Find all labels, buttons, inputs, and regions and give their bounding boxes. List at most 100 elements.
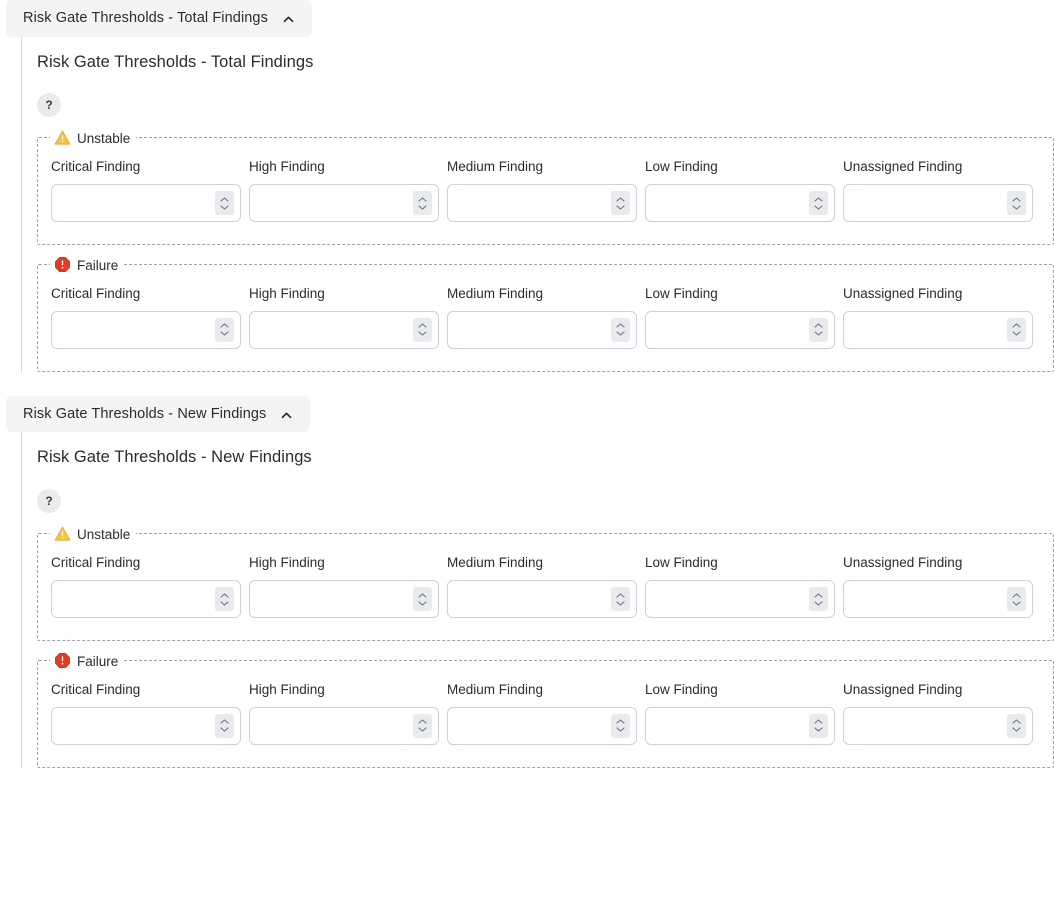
number-input-wrapper xyxy=(843,580,1033,619)
field-label: High Finding xyxy=(249,555,325,571)
field-label: Critical Finding xyxy=(51,159,141,175)
spinner-stepper[interactable] xyxy=(215,713,234,738)
fields-row: Critical Finding High Finding Medium Fin… xyxy=(38,286,1053,349)
help-row: ? xyxy=(37,489,1054,515)
fields-row: Critical Finding High Finding Medium Fin… xyxy=(38,159,1053,223)
field-label: Unassigned Finding xyxy=(843,682,963,698)
fieldset-legend-label: Failure xyxy=(77,653,119,669)
field-critical-finding: Critical Finding xyxy=(51,682,241,745)
high-finding-input[interactable] xyxy=(249,580,439,619)
accordion-header-new-findings[interactable]: Risk Gate Thresholds - New Findings xyxy=(6,395,311,433)
field-label: Critical Finding xyxy=(51,555,141,571)
medium-finding-input[interactable] xyxy=(447,580,637,619)
field-high-finding: High Finding xyxy=(249,159,439,223)
field-label: Low Finding xyxy=(645,286,718,302)
low-finding-input[interactable] xyxy=(645,310,835,349)
panel-total-findings: Risk Gate Thresholds - Total Findings ? … xyxy=(21,36,1054,372)
high-finding-input[interactable] xyxy=(249,184,439,223)
spinner-stepper[interactable] xyxy=(611,587,630,612)
spinner-stepper[interactable] xyxy=(809,317,828,342)
low-finding-input[interactable] xyxy=(645,706,835,745)
high-finding-input[interactable] xyxy=(249,310,439,349)
fieldset-legend-failure: Failure xyxy=(50,256,124,273)
number-input-wrapper xyxy=(843,184,1033,223)
high-finding-input[interactable] xyxy=(249,706,439,745)
number-input-wrapper xyxy=(51,580,241,619)
fieldset-unstable: Unstable Critical Finding High Finding M… xyxy=(37,129,1054,246)
number-input-wrapper xyxy=(645,184,835,223)
medium-finding-input[interactable] xyxy=(447,706,637,745)
spinner-stepper[interactable] xyxy=(413,713,432,738)
field-medium-finding: Medium Finding xyxy=(447,286,637,349)
number-input-wrapper xyxy=(51,310,241,349)
field-high-finding: High Finding xyxy=(249,682,439,745)
spinner-stepper[interactable] xyxy=(611,191,630,216)
field-label: Medium Finding xyxy=(447,682,544,698)
spinner-stepper[interactable] xyxy=(1007,317,1026,342)
field-label: High Finding xyxy=(249,159,325,175)
spinner-stepper[interactable] xyxy=(809,587,828,612)
accordion-header-total-findings[interactable]: Risk Gate Thresholds - Total Findings xyxy=(6,0,312,37)
field-label: Low Finding xyxy=(645,159,718,175)
accordion-header-label: Risk Gate Thresholds - Total Findings xyxy=(23,10,268,26)
critical-finding-input[interactable] xyxy=(51,706,241,745)
fieldset-legend-label: Unstable xyxy=(77,131,131,147)
number-input-wrapper xyxy=(51,184,241,223)
field-unassigned-finding: Unassigned Finding xyxy=(843,159,1033,223)
number-input-wrapper xyxy=(645,580,835,619)
unassigned-finding-input[interactable] xyxy=(843,706,1033,745)
spinner-stepper[interactable] xyxy=(611,713,630,738)
fields-row: Critical Finding High Finding Medium Fin… xyxy=(38,682,1053,745)
spinner-stepper[interactable] xyxy=(809,191,828,216)
number-input-wrapper xyxy=(843,310,1033,349)
field-label: High Finding xyxy=(249,682,325,698)
field-label: Medium Finding xyxy=(447,286,544,302)
unassigned-finding-input[interactable] xyxy=(843,184,1033,223)
number-input-wrapper xyxy=(447,310,637,349)
unassigned-finding-input[interactable] xyxy=(843,580,1033,619)
spinner-stepper[interactable] xyxy=(413,317,432,342)
field-label: Low Finding xyxy=(645,682,718,698)
field-medium-finding: Medium Finding xyxy=(447,682,637,745)
number-input-wrapper xyxy=(249,184,439,223)
fieldset-legend-unstable: Unstable xyxy=(50,129,136,146)
number-input-wrapper xyxy=(645,310,835,349)
critical-finding-input[interactable] xyxy=(51,184,241,223)
chevron-up-icon xyxy=(280,409,293,422)
fieldset-legend-label: Unstable xyxy=(77,527,131,543)
medium-finding-input[interactable] xyxy=(447,310,637,349)
low-finding-input[interactable] xyxy=(645,580,835,619)
spinner-stepper[interactable] xyxy=(1007,191,1026,216)
fieldset-failure: Failure Critical Finding High Finding Me… xyxy=(37,652,1054,768)
field-low-finding: Low Finding xyxy=(645,286,835,349)
spinner-stepper[interactable] xyxy=(611,317,630,342)
spinner-stepper[interactable] xyxy=(413,191,432,216)
help-question-icon[interactable]: ? xyxy=(37,93,61,118)
spinner-stepper[interactable] xyxy=(215,317,234,342)
chevron-up-icon xyxy=(282,13,295,26)
field-low-finding: Low Finding xyxy=(645,159,835,223)
critical-finding-input[interactable] xyxy=(51,580,241,619)
field-unassigned-finding: Unassigned Finding xyxy=(843,555,1033,619)
medium-finding-input[interactable] xyxy=(447,184,637,223)
field-label: Medium Finding xyxy=(447,555,544,571)
spinner-stepper[interactable] xyxy=(1007,587,1026,612)
spinner-stepper[interactable] xyxy=(809,713,828,738)
page-title: Risk Gate Thresholds - Total Findings xyxy=(37,52,314,71)
spinner-stepper[interactable] xyxy=(215,587,234,612)
spinner-stepper[interactable] xyxy=(1007,713,1026,738)
unassigned-finding-input[interactable] xyxy=(843,310,1033,349)
spinner-stepper[interactable] xyxy=(413,587,432,612)
fieldset-failure: Failure Critical Finding High Finding Me… xyxy=(37,256,1054,372)
number-input-wrapper xyxy=(249,310,439,349)
number-input-wrapper xyxy=(645,706,835,745)
help-question-icon[interactable]: ? xyxy=(37,489,61,514)
section-new-findings: Risk Gate Thresholds - New Findings Risk… xyxy=(0,395,1054,768)
field-low-finding: Low Finding xyxy=(645,555,835,619)
field-label: High Finding xyxy=(249,286,325,302)
critical-finding-input[interactable] xyxy=(51,310,241,349)
warning-triangle-icon xyxy=(54,525,71,542)
spinner-stepper[interactable] xyxy=(215,191,234,216)
low-finding-input[interactable] xyxy=(645,184,835,223)
field-high-finding: High Finding xyxy=(249,555,439,619)
